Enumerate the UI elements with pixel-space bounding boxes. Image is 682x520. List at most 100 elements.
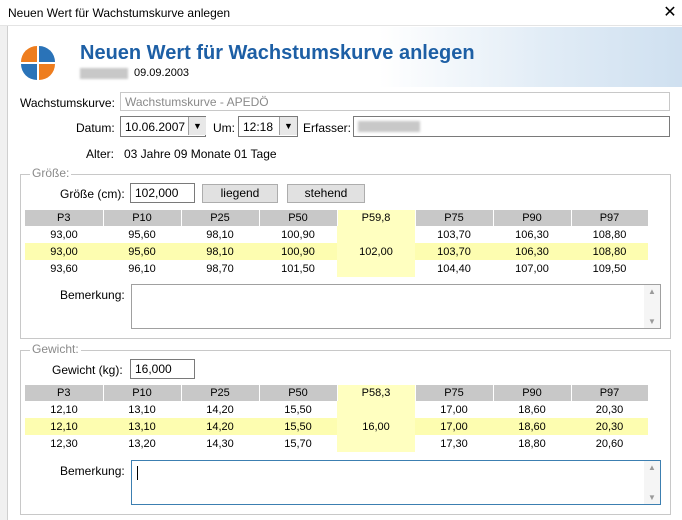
alter-value: 03 Jahre 09 Monate 01 Tage xyxy=(124,147,277,161)
col-header: P50 xyxy=(259,210,338,226)
scroll-down-icon[interactable]: ▼ xyxy=(644,493,660,502)
table-cell xyxy=(337,226,415,243)
col-header: P75 xyxy=(415,385,494,401)
table-cell: 95,60 xyxy=(103,243,181,260)
table-cell: 18,60 xyxy=(493,418,571,435)
table-cell: 20,30 xyxy=(571,418,648,435)
col-header-current: P58,3 xyxy=(337,385,416,401)
table-cell: 109,50 xyxy=(592,262,627,275)
col-header: P50 xyxy=(259,385,338,401)
groesse-group-title: Größe: xyxy=(30,166,72,180)
table-cell: 12,10 xyxy=(50,403,78,416)
table-cell: 17,00 xyxy=(440,403,468,416)
table-cell: 100,90 xyxy=(259,243,337,260)
liegend-button[interactable]: liegend xyxy=(202,184,278,203)
window-titlebar: Neuen Wert für Wachstumskurve anlegen ✕ xyxy=(0,0,682,26)
erfasser-redacted xyxy=(358,121,420,132)
background-app-edge xyxy=(0,0,8,520)
table-cell: 96,10 xyxy=(128,262,156,275)
col-header: P10 xyxy=(103,210,182,226)
table-row-current: 93,00 95,60 98,10 100,90 102,00 103,70 1… xyxy=(25,243,648,260)
col-header: P90 xyxy=(493,385,572,401)
window-title: Neuen Wert für Wachstumskurve anlegen xyxy=(8,6,231,20)
table-cell: 13,20 xyxy=(128,437,156,450)
table-cell: 108,80 xyxy=(592,228,627,241)
gewicht-bemerkung-label: Bemerkung: xyxy=(60,464,125,478)
scroll-up-icon[interactable]: ▲ xyxy=(644,463,660,472)
close-icon[interactable]: ✕ xyxy=(660,3,680,23)
table-cell: 106,30 xyxy=(493,243,571,260)
groesse-input-label: Größe (cm): xyxy=(60,187,125,201)
col-header: P75 xyxy=(415,210,494,226)
gewicht-input-label: Gewicht (kg): xyxy=(52,363,123,377)
gewicht-percentile-table: P3 P10 P25 P50 P58,3 P75 P90 P97 12,10 1… xyxy=(25,385,649,452)
kurve-label: Wachstumskurve: xyxy=(20,96,115,110)
table-cell: 17,30 xyxy=(440,437,468,450)
gewicht-bemerkung-textarea[interactable]: ▲ ▼ xyxy=(131,460,661,505)
table-row-current: 12,10 13,10 14,20 15,50 16,00 17,00 18,6… xyxy=(25,418,648,435)
table-cell: 13,10 xyxy=(103,418,181,435)
groesse-percentile-table: P3 P10 P25 P50 P59,8 P75 P90 P97 93,00 9… xyxy=(25,210,649,277)
col-header: P3 xyxy=(25,385,104,401)
table-cell: 101,50 xyxy=(281,262,315,275)
table-cell: 12,30 xyxy=(50,437,78,450)
col-header: P97 xyxy=(571,210,649,226)
table-cell xyxy=(337,260,415,277)
table-row: 93,00 95,60 98,10 100,90 103,70 106,30 1… xyxy=(25,226,648,243)
table-cell: 17,00 xyxy=(415,418,493,435)
datum-dropdown-icon[interactable]: ▼ xyxy=(188,117,206,135)
table-row: 93,60 96,10 98,70 101,50 104,40 107,00 1… xyxy=(25,260,648,277)
table-row: 12,10 13,10 14,20 15,50 17,00 18,60 20,3… xyxy=(25,401,648,418)
col-header: P25 xyxy=(181,210,260,226)
col-header: P90 xyxy=(493,210,572,226)
table-cell: 103,70 xyxy=(437,228,471,241)
table-cell: 14,20 xyxy=(206,403,234,416)
table-cell: 93,60 xyxy=(50,262,78,275)
table-cell-current-value: 16,00 xyxy=(337,418,415,435)
table-cell: 15,50 xyxy=(259,418,337,435)
stehend-button[interactable]: stehend xyxy=(287,184,365,203)
alter-label: Alter: xyxy=(86,147,115,161)
datum-value: 10.06.2007 xyxy=(125,120,186,134)
table-cell: 15,50 xyxy=(284,403,312,416)
groesse-bemerkung-scrollbar[interactable]: ▲ ▼ xyxy=(644,285,660,328)
table-cell: 93,00 xyxy=(25,243,103,260)
scroll-up-icon[interactable]: ▲ xyxy=(644,287,660,296)
text-caret xyxy=(137,466,138,480)
patient-birthdate: 09.09.2003 xyxy=(134,67,190,79)
gewicht-bemerkung-scrollbar[interactable]: ▲ ▼ xyxy=(644,461,660,504)
table-cell xyxy=(337,435,415,452)
table-row: 12,30 13,20 14,30 15,70 17,30 18,80 20,6… xyxy=(25,435,648,452)
scroll-down-icon[interactable]: ▼ xyxy=(644,317,660,326)
col-header: P3 xyxy=(25,210,104,226)
table-cell: 14,20 xyxy=(181,418,259,435)
table-cell: 107,00 xyxy=(515,262,549,275)
table-cell: 20,30 xyxy=(595,403,624,416)
table-cell: 18,80 xyxy=(518,437,546,450)
kurve-field: Wachstumskurve - APEDÖ xyxy=(120,92,670,111)
page-title: Neuen Wert für Wachstumskurve anlegen xyxy=(80,42,475,64)
col-header-current: P59,8 xyxy=(337,210,416,226)
um-dropdown-icon[interactable]: ▼ xyxy=(279,117,297,135)
erfasser-label: Erfasser: xyxy=(303,121,352,135)
table-cell: 20,60 xyxy=(595,437,624,450)
um-value: 12:18 xyxy=(243,120,274,134)
table-cell: 93,00 xyxy=(50,228,78,241)
table-cell: 14,30 xyxy=(206,437,234,450)
table-cell: 98,10 xyxy=(181,243,259,260)
table-cell: 13,10 xyxy=(128,403,156,416)
table-cell xyxy=(337,401,415,418)
table-cell: 12,10 xyxy=(25,418,103,435)
app-logo-icon xyxy=(21,46,55,80)
col-header: P25 xyxy=(181,385,260,401)
groesse-input[interactable]: 102,000 xyxy=(130,183,195,203)
patient-name-redacted xyxy=(80,68,128,79)
gewicht-input[interactable]: 16,000 xyxy=(130,359,195,379)
table-cell: 18,60 xyxy=(518,403,546,416)
datum-label: Datum: xyxy=(76,121,115,135)
erfasser-field[interactable] xyxy=(353,116,670,137)
groesse-bemerkung-textarea[interactable]: ▲ ▼ xyxy=(131,284,661,329)
table-cell: 103,70 xyxy=(415,243,493,260)
col-header: P97 xyxy=(571,385,649,401)
table-cell-current-value: 102,00 xyxy=(337,243,415,260)
